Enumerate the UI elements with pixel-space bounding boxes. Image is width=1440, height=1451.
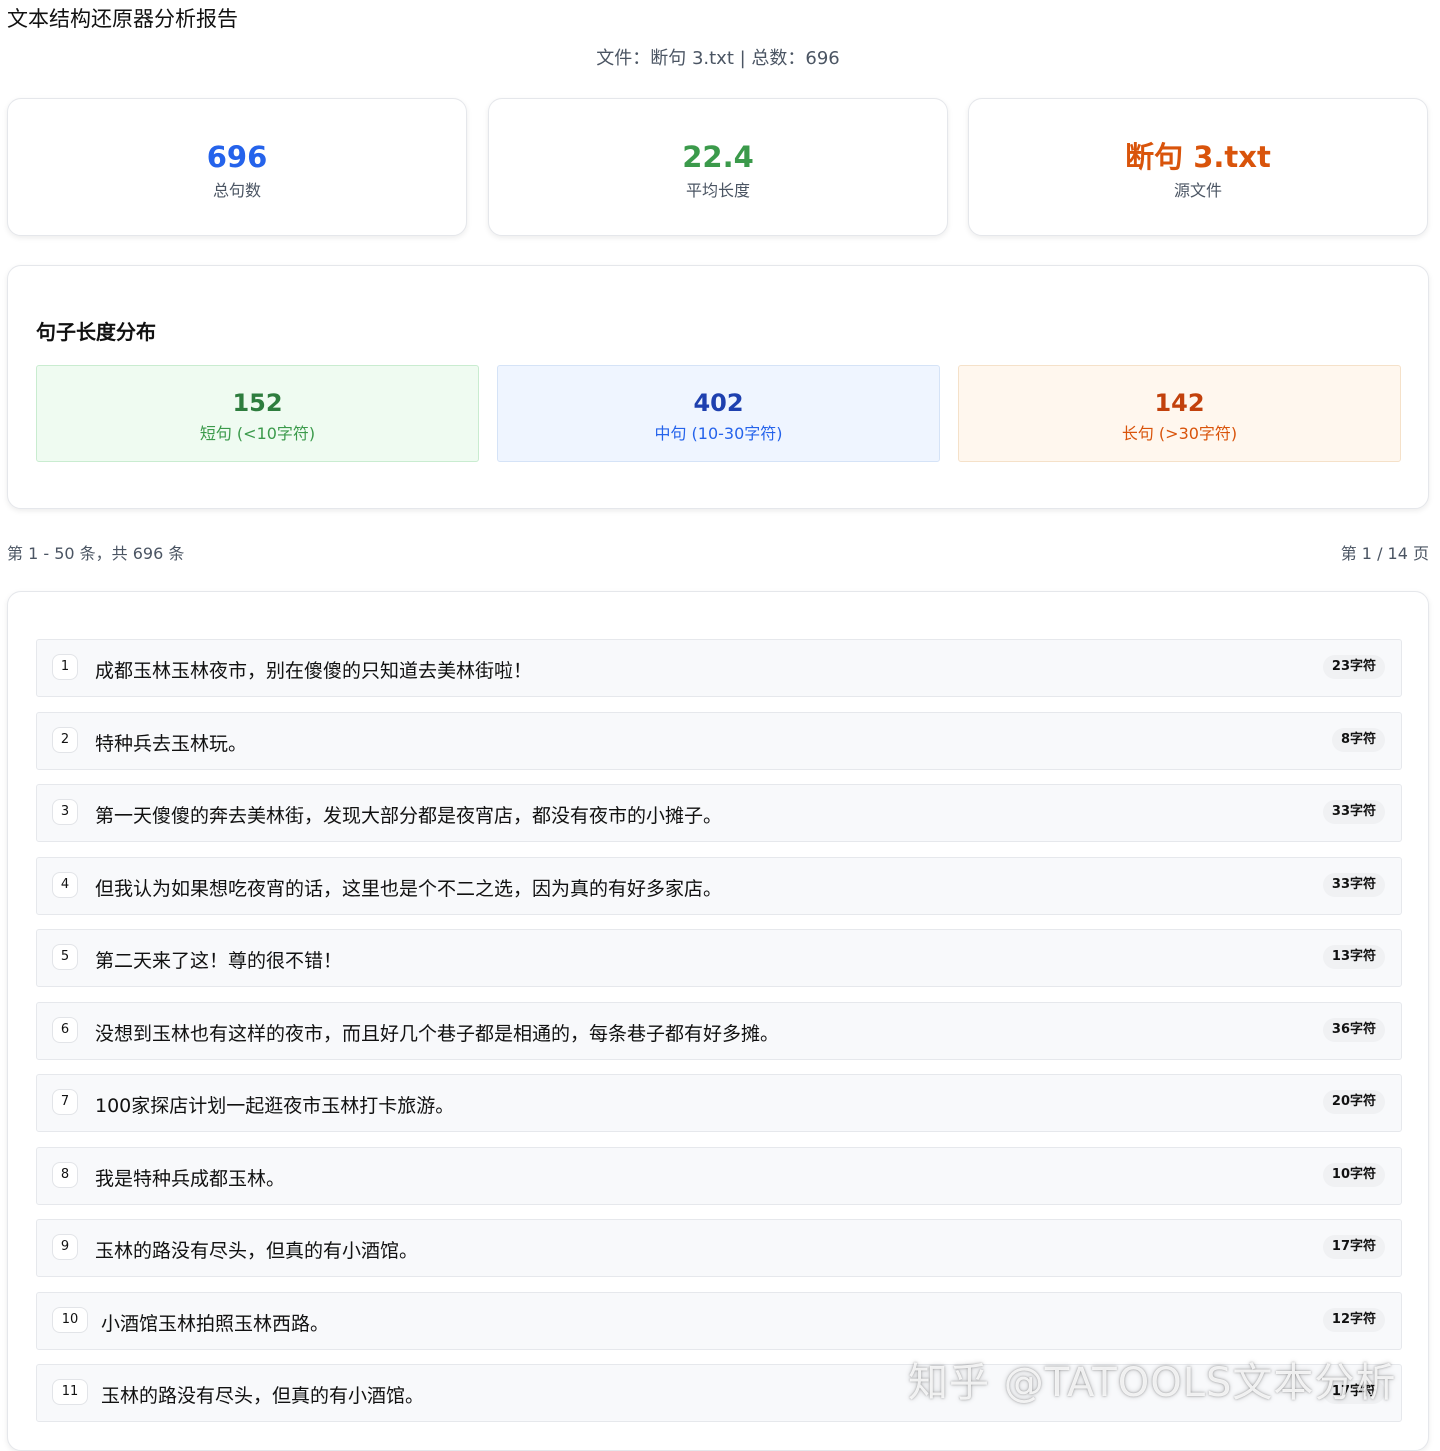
stat-value: 22.4	[682, 140, 754, 174]
sentence-number: 7	[52, 1089, 78, 1115]
sentence-text: 小酒馆玉林拍照玉林西路。	[101, 1312, 330, 1335]
stat-label: 平均长度	[685, 181, 750, 200]
medium-label: 中句 (10-30字符)	[654, 424, 783, 443]
char-count-badge: 33字符	[1322, 800, 1385, 824]
long-sentence-box: 142 长句 (>30字符)	[958, 365, 1401, 462]
stat-card-total: 696 总句数	[7, 98, 467, 236]
list-item[interactable]: 9 玉林的路没有尽头，但真的有小酒馆。 17字符	[36, 1219, 1402, 1277]
short-label: 短句 (<10字符)	[199, 424, 316, 443]
char-count-badge: 12字符	[1322, 1307, 1385, 1332]
char-count-badge: 13字符	[1322, 945, 1385, 969]
sentence-number: 6	[52, 1016, 78, 1043]
sentence-number: 10	[52, 1306, 88, 1333]
char-count-badge: 8字符	[1331, 727, 1385, 752]
char-count-badge: 20字符	[1322, 1090, 1385, 1114]
result-range: 第 1 - 50 条，共 696 条	[7, 544, 185, 563]
sentence-list: 1 成都玉林玉林夜市，别在傻傻的只知道去美林街啦！ 23字符 2 特种兵去玉林玩…	[36, 639, 1402, 1437]
short-count: 152	[232, 389, 283, 417]
page-indicator: 第 1 / 14 页	[1340, 544, 1429, 563]
sentence-number: 1	[52, 654, 78, 680]
sentence-number: 5	[52, 944, 78, 970]
stat-value: 696	[206, 140, 268, 174]
char-count-badge: 33字符	[1322, 872, 1385, 897]
sentence-text: 第二天来了这！尊的很不错！	[95, 950, 343, 972]
char-count-badge: 17字符	[1322, 1235, 1385, 1259]
long-label: 长句 (>30字符)	[1121, 424, 1238, 443]
sentence-text: 但我认为如果想吃夜宵的话，这里也是个不二之选，因为真的有好多家店。	[95, 877, 723, 900]
stat-card-average: 22.4 平均长度	[488, 98, 948, 236]
sentence-text: 特种兵去玉林玩。	[95, 732, 248, 755]
char-count-badge: 36字符	[1322, 1017, 1385, 1042]
sentence-number: 9	[52, 1234, 78, 1260]
sentence-text: 我是特种兵成都玉林。	[95, 1167, 286, 1190]
sentence-text: 成都玉林玉林夜市，别在傻傻的只知道去美林街啦！	[95, 660, 533, 682]
char-count-badge: 23字符	[1322, 655, 1385, 679]
long-count: 142	[1154, 389, 1205, 417]
char-count-badge: 10字符	[1322, 1162, 1385, 1187]
file-summary: 文件：断句 3.txt | 总数：696	[596, 48, 840, 69]
list-item[interactable]: 5 第二天来了这！尊的很不错！ 13字符	[36, 929, 1402, 987]
stat-value: 断句 3.txt	[1125, 140, 1271, 174]
sentence-list-card: 1 成都玉林玉林夜市，别在傻傻的只知道去美林街啦！ 23字符 2 特种兵去玉林玩…	[7, 591, 1429, 1451]
sentence-number: 3	[52, 799, 78, 825]
stat-card-source: 断句 3.txt 源文件	[968, 98, 1428, 236]
sentence-number: 2	[52, 726, 78, 753]
medium-count: 402	[693, 389, 744, 417]
short-sentence-box: 152 短句 (<10字符)	[36, 365, 479, 462]
medium-sentence-box: 402 中句 (10-30字符)	[497, 365, 940, 462]
list-item[interactable]: 7 100家探店计划一起逛夜市玉林打卡旅游。 20字符	[36, 1074, 1402, 1132]
sentence-text: 100家探店计划一起逛夜市玉林打卡旅游。	[95, 1095, 455, 1117]
sentence-text: 玉林的路没有尽头，但真的有小酒馆。	[101, 1385, 425, 1407]
sentence-number: 4	[52, 871, 78, 898]
sentence-text: 玉林的路没有尽头，但真的有小酒馆。	[95, 1240, 419, 1262]
stat-label: 源文件	[1173, 181, 1222, 200]
watermark: 知乎 @TATOOLS文本分析	[908, 1360, 1397, 1406]
sentence-number: 8	[52, 1161, 78, 1188]
list-item[interactable]: 4 但我认为如果想吃夜宵的话，这里也是个不二之选，因为真的有好多家店。 33字符	[36, 856, 1402, 915]
sentence-text: 第一天傻傻的奔去美林街，发现大部分都是夜宵店，都没有夜市的小摊子。	[95, 805, 723, 827]
sentence-number: 11	[52, 1379, 88, 1405]
list-item[interactable]: 8 我是特种兵成都玉林。 10字符	[36, 1146, 1402, 1205]
stat-label: 总句数	[212, 181, 261, 200]
list-item[interactable]: 6 没想到玉林也有这样的夜市，而且好几个巷子都是相通的，每条巷子都有好多摊。 3…	[36, 1001, 1402, 1060]
list-item[interactable]: 3 第一天傻傻的奔去美林街，发现大部分都是夜宵店，都没有夜市的小摊子。 33字符	[36, 784, 1402, 842]
list-item[interactable]: 2 特种兵去玉林玩。 8字符	[36, 711, 1402, 770]
sentence-text: 没想到玉林也有这样的夜市，而且好几个巷子都是相通的，每条巷子都有好多摊。	[95, 1022, 780, 1045]
list-item[interactable]: 1 成都玉林玉林夜市，别在傻傻的只知道去美林街啦！ 23字符	[36, 639, 1402, 697]
length-distribution-card: 句子长度分布 152 短句 (<10字符) 402 中句 (10-30字符) 1…	[7, 265, 1429, 509]
page-title: 文本结构还原器分析报告	[7, 7, 238, 31]
list-item[interactable]: 10 小酒馆玉林拍照玉林西路。 12字符	[36, 1291, 1402, 1350]
section-title: 句子长度分布	[36, 320, 156, 344]
